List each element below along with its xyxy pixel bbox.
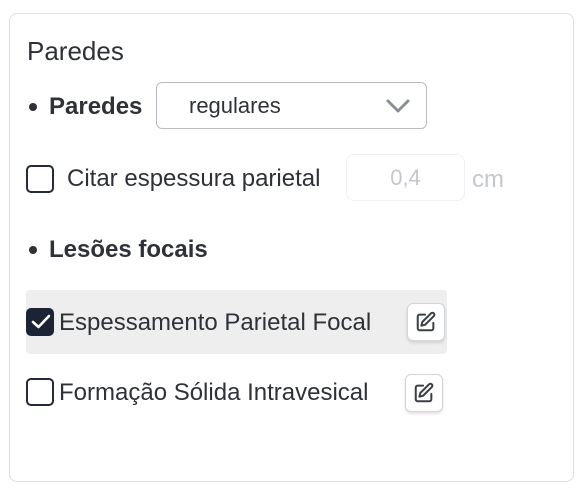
walls-label-text: Paredes bbox=[49, 93, 143, 120]
edit-icon bbox=[416, 311, 436, 332]
walls-select[interactable]: regulares bbox=[156, 82, 427, 129]
intravesical-mass-label: Formação Sólida Intravesical bbox=[59, 379, 369, 406]
intravesical-mass-checkbox[interactable] bbox=[26, 378, 54, 406]
thickness-unit: cm bbox=[472, 166, 504, 193]
thickness-input[interactable] bbox=[346, 154, 465, 201]
focal-lesions-heading: Lesões focais bbox=[29, 236, 208, 264]
walls-select-value: regulares bbox=[189, 92, 281, 118]
thickness-checkbox[interactable] bbox=[26, 165, 54, 193]
checkmark-icon bbox=[31, 314, 51, 329]
intravesical-mass-edit-button[interactable] bbox=[405, 374, 443, 412]
panel-title: Paredes bbox=[27, 36, 124, 66]
thickness-label: Citar espessura parietal bbox=[67, 165, 321, 192]
edit-icon bbox=[414, 382, 434, 403]
bullet-icon bbox=[29, 246, 37, 254]
bullet-icon bbox=[29, 103, 37, 111]
focal-thickening-label: Espessamento Parietal Focal bbox=[59, 309, 372, 336]
walls-panel: Paredes Paredes regulares Citar espessur… bbox=[9, 13, 574, 482]
focal-thickening-checkbox[interactable] bbox=[26, 308, 54, 336]
focal-thickening-edit-button[interactable] bbox=[407, 303, 445, 341]
walls-field-label: Paredes bbox=[29, 93, 142, 121]
chevron-down-icon bbox=[386, 99, 410, 113]
focal-lesions-label: Lesões focais bbox=[49, 236, 208, 263]
